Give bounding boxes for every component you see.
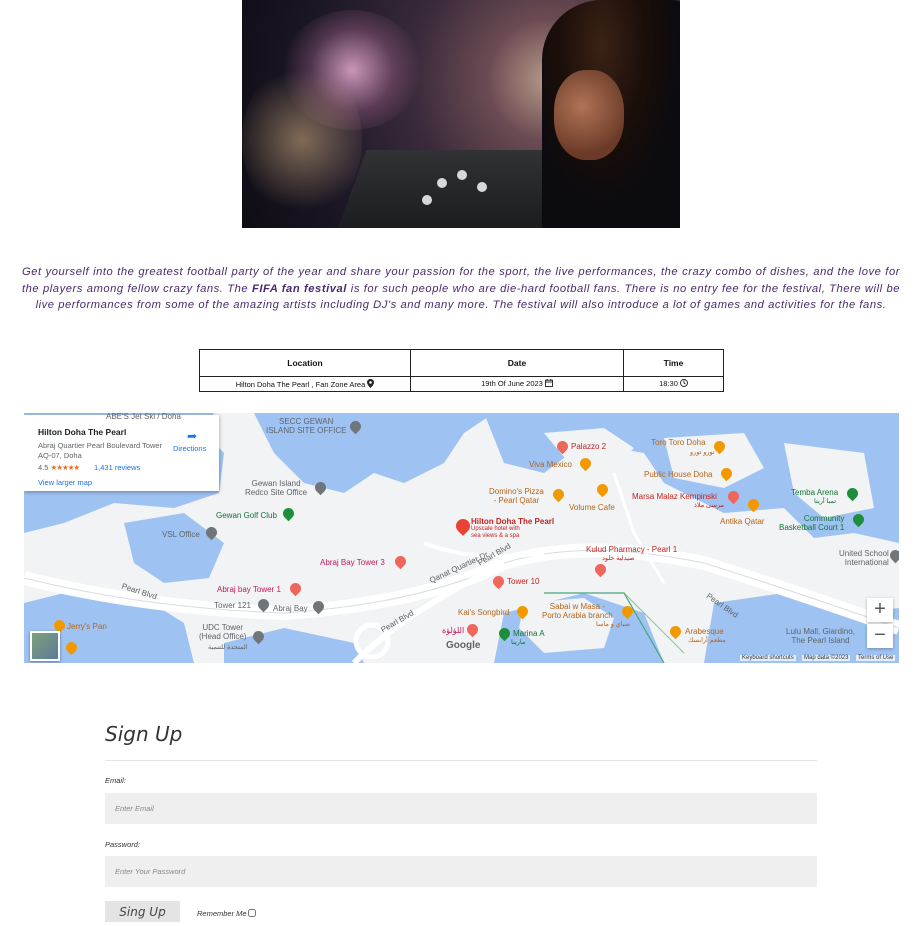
map-label-marsa-ar: مرسى ملاذ bbox=[694, 502, 724, 509]
map-label-public: Public House Doha bbox=[644, 470, 713, 479]
map-label-udc: UDC Tower (Head Office) bbox=[199, 623, 247, 641]
event-info-table: Location Date Time Hilton Doha The Pearl… bbox=[199, 349, 724, 392]
map-label-temba-ar: تمبا أرينا bbox=[814, 498, 837, 505]
password-input[interactable] bbox=[105, 856, 817, 887]
embedded-map[interactable]: Hilton Doha The Pearl Abraj Quartier Pea… bbox=[24, 413, 899, 663]
calendar-icon bbox=[544, 379, 553, 389]
hero-dj-face bbox=[554, 70, 624, 160]
hero-console-knob bbox=[457, 170, 467, 180]
place-card-rating: 4.5 ★★★★★ bbox=[38, 463, 81, 472]
map-label-volume: Volume Cafe bbox=[569, 503, 615, 512]
map-label-united: United School International bbox=[839, 549, 889, 567]
keyboard-shortcuts-link[interactable]: Keyboard shortcuts bbox=[740, 655, 796, 661]
map-label-gewan-redco: Gewan Island Redco Site Office bbox=[245, 479, 308, 497]
map-label-arabesque-ar: مطعم أرابسك bbox=[688, 637, 726, 644]
place-card-title: Hilton Doha The Pearl bbox=[38, 427, 127, 437]
signup-title: Sign Up bbox=[105, 722, 183, 746]
map-label-arabesque: Arabesque bbox=[685, 627, 724, 636]
map-label-tower10: Tower 10 bbox=[507, 577, 540, 586]
map-label-toro: Toro Toro Doha bbox=[651, 438, 706, 447]
table-row: Hilton Doha The Pearl , Fan Zone Area 19… bbox=[199, 376, 724, 392]
hero-light-glow-2 bbox=[242, 60, 362, 220]
google-logo: Google bbox=[446, 640, 481, 651]
map-label-kais: Kai's Songbird bbox=[458, 608, 510, 617]
map-label-golf: Gewan Golf Club bbox=[216, 511, 277, 520]
map-label-toro-ar: تورو تورو bbox=[690, 449, 715, 456]
map-label-viva: Viva Mexico bbox=[529, 460, 572, 469]
rating-value: 4.5 bbox=[38, 463, 49, 472]
email-label: Email: bbox=[105, 776, 126, 785]
map-label-abraj-bay: Abraj Bay bbox=[273, 604, 308, 613]
hero-console-knob bbox=[437, 178, 447, 188]
zoom-out-button[interactable]: − bbox=[867, 624, 893, 648]
map-label-dominos: Domino's Pizza - Pearl Qatar bbox=[489, 487, 544, 505]
table-cell-date: 19th Of June 2023 bbox=[410, 376, 624, 392]
map-label-jetski: ABE'S Jet Ski / Doha bbox=[106, 413, 181, 421]
map-label-antika: Antika Qatar bbox=[720, 517, 765, 526]
map-data-attribution: Map data ©2023 bbox=[802, 655, 851, 661]
map-place-card: Hilton Doha The Pearl Abraj Quartier Pea… bbox=[24, 415, 219, 491]
password-label: Password: bbox=[105, 840, 141, 849]
directions-icon[interactable]: ➦ bbox=[184, 429, 200, 443]
map-label-lulu-mall: Lulu Mall, Giardino, The Pearl Island bbox=[786, 627, 855, 645]
remember-me-label: Remember Me bbox=[197, 909, 247, 918]
map-label-sabai: Sabai w Masa - Porto Arabia branch bbox=[542, 602, 613, 620]
signup-divider bbox=[105, 760, 817, 761]
view-larger-map-link[interactable]: View larger map bbox=[38, 478, 92, 487]
map-label-community: Community Basketball Court 1 bbox=[779, 514, 845, 532]
map-label-palazzo: Palazzo 2 bbox=[571, 442, 607, 451]
signup-button[interactable]: Sing Up bbox=[105, 901, 180, 922]
hero-image bbox=[242, 0, 680, 228]
map-label-udc-ar: المتحدة للتنمية bbox=[208, 644, 248, 651]
zoom-in-button[interactable]: + bbox=[867, 598, 893, 622]
map-label-kulud-ar: صيدلية خلود bbox=[602, 555, 635, 562]
hero-console-knob bbox=[422, 195, 432, 205]
map-label-hilton-sub: Upscale hotel with sea views & a spa bbox=[471, 526, 520, 539]
table-cell-location: Hilton Doha The Pearl , Fan Zone Area bbox=[199, 376, 411, 392]
table-cell-time: 18:30 bbox=[623, 376, 724, 392]
place-card-address: Abraj Quartier Pearl Boulevard Tower AQ-… bbox=[38, 441, 163, 460]
map-label-marina: Marina A bbox=[513, 629, 545, 638]
map-label-jerrys: Jerry's Pan bbox=[67, 622, 107, 631]
map-label-marsa: Marsa Malaz Kempinski bbox=[632, 492, 717, 501]
table-header-location: Location bbox=[199, 349, 411, 377]
location-value: Hilton Doha The Pearl , Fan Zone Area bbox=[235, 379, 366, 389]
map-label-abraj1: Abraj bay Tower 1 bbox=[217, 585, 281, 594]
time-value: 18:30 bbox=[659, 379, 678, 388]
table-header-time: Time bbox=[623, 349, 724, 377]
street-view-thumbnail[interactable] bbox=[30, 631, 60, 661]
map-label-hilton: Hilton Doha The Pearl bbox=[471, 517, 555, 526]
map-label-temba: Temba Arena bbox=[791, 488, 839, 497]
table-header-date: Date bbox=[410, 349, 624, 377]
remember-me-checkbox[interactable] bbox=[247, 909, 256, 917]
intro-highlight: FIFA fan festival bbox=[251, 282, 347, 295]
remember-me: Remember Me bbox=[197, 909, 256, 918]
directions-link[interactable]: Directions bbox=[173, 444, 206, 453]
hero-console-knob bbox=[477, 182, 487, 192]
rating-stars-icon: ★★★★★ bbox=[50, 463, 81, 472]
terms-of-use-link[interactable]: Terms of Use bbox=[856, 655, 896, 661]
clock-icon bbox=[679, 379, 688, 389]
map-label-secc: SECC GEWAN ISLAND SITE OFFICE bbox=[266, 417, 347, 435]
reviews-link[interactable]: 1,431 reviews bbox=[94, 463, 140, 472]
map-label-abraj3: Abraj Bay Tower 3 bbox=[320, 558, 385, 567]
map-label-vsl: VSL Office bbox=[162, 530, 200, 539]
map-label-kulud: Kulud Pharmacy - Pearl 1 bbox=[586, 545, 678, 554]
map-label-tower121: Tower 121 bbox=[214, 601, 251, 610]
map-label-lulu-ar: اللؤلؤة bbox=[442, 626, 465, 635]
date-value: 19th Of June 2023 bbox=[481, 379, 543, 388]
email-input[interactable] bbox=[105, 793, 817, 824]
map-label-sabai-ar: صباي و ماسا bbox=[596, 621, 631, 628]
map-marker-icon bbox=[367, 378, 375, 390]
intro-paragraph: Get yourself into the greatest football … bbox=[22, 264, 900, 314]
map-label-marina-ar: مارينا bbox=[511, 639, 526, 646]
